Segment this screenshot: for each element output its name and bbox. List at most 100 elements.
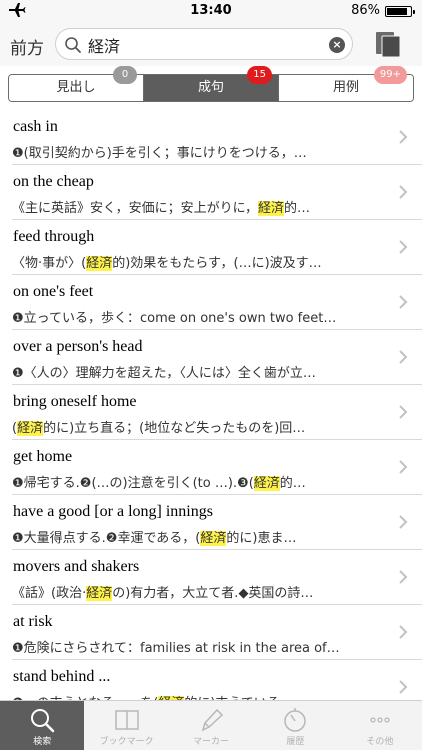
results-list: cash in ❶(取引契約から)手を引く；事にけりをつける，… on the ch… <box>0 110 422 700</box>
count-badge: 15 <box>247 66 272 84</box>
tabbar-label: 履歴 <box>286 737 305 747</box>
result-row[interactable]: on the cheap 《主に英話》安く，安価に；安上がりに，経済的… <box>12 165 422 220</box>
chevron-right-icon <box>399 295 408 309</box>
result-definition: 《主に英話》安く，安価に；安上がりに，経済的… <box>12 197 382 216</box>
chevron-right-icon <box>399 130 408 144</box>
tabbar-label: マーカー <box>193 737 230 747</box>
search-term-highlight: 経済 <box>86 256 113 271</box>
result-definition: 《話》(政治·経済の)有力者，大立て者.◆英国の詩… <box>12 582 382 601</box>
tab-label: 見出し <box>56 80 96 95</box>
result-row[interactable]: feed through 〈物·事が〉(経済的)効果をもたらす，(…に)波及す… <box>12 220 422 275</box>
result-row[interactable]: get home ❶帰宅する.❷(…の)注意を引く(to …).❸(経済的… <box>12 440 422 495</box>
result-definition: ❶危険にさらされて：families at risk in the area o… <box>12 637 382 656</box>
definition-text: ❶帰宅する.❷(…の)注意を引く(to …).❸( <box>12 476 254 491</box>
result-row[interactable]: over a person's head ❶〈人の〉理解力を超えた，〈人には〉全く… <box>12 330 422 385</box>
chevron-right-icon <box>399 570 408 584</box>
definition-text: 〈物·事が〉( <box>12 256 87 271</box>
tab-phrases[interactable]: 成句 15 <box>144 66 279 101</box>
battery-percent: 86% <box>351 3 380 18</box>
definition-text-rest: 的… <box>279 476 306 491</box>
result-headword: over a person's head <box>13 338 143 355</box>
result-headword: on one's feet <box>13 283 94 300</box>
dictionary-books-icon[interactable] <box>374 30 402 58</box>
tab-headwords[interactable]: 見出し 0 <box>9 66 144 101</box>
tab-label: 用例 <box>332 80 359 95</box>
result-headword: cash in <box>13 118 58 135</box>
history-clock-icon <box>284 708 307 732</box>
tabbar-label: その他 <box>366 737 394 747</box>
marker-pen-icon <box>201 708 224 732</box>
more-dots-icon <box>370 717 390 723</box>
tabbar-item-marker-pen[interactable]: マーカー <box>169 701 253 750</box>
result-headword: on the cheap <box>13 173 94 190</box>
definition-text-rest: 的に)立ち直る；(地位など失ったものを)回… <box>43 421 306 436</box>
search-term-highlight: 経済 <box>200 531 227 546</box>
clear-search-icon[interactable]: × <box>329 37 345 53</box>
tabbar-label: ブックマーク <box>99 737 154 747</box>
result-row[interactable]: bring oneself home (経済的に)立ち直る；(地位など失ったものを… <box>12 385 422 440</box>
count-badge: 99+ <box>373 66 407 84</box>
tabbar-item-history-clock[interactable]: 履歴 <box>253 701 337 750</box>
chevron-right-icon <box>399 625 408 639</box>
result-headword: get home <box>13 448 73 465</box>
search-term-highlight: 経済 <box>86 586 113 601</box>
search-term-highlight: 経済 <box>257 201 284 216</box>
chevron-right-icon <box>399 680 408 694</box>
count-badge: 0 <box>113 66 137 84</box>
result-headword: movers and shakers <box>13 558 140 575</box>
definition-text: ❶(取引契約から)手を引く；事にけりをつける，… <box>12 146 307 161</box>
result-definition: ❶立っている，歩く：come on one's own two feet… <box>12 307 382 326</box>
result-definition: ❶〈人の〉理解力を超えた，〈人には〉全く歯が立… <box>12 362 382 381</box>
result-row[interactable]: on one's feet ❶立っている，歩く：come on one's own… <box>12 275 422 330</box>
result-row[interactable]: cash in ❶(取引契約から)手を引く；事にけりをつける，… <box>12 110 422 165</box>
tabbar-item-search[interactable]: 検索 <box>0 701 85 750</box>
search-term-highlight: 経済 <box>253 476 280 491</box>
result-definition: (経済的に)立ち直る；(地位など失ったものを)回… <box>12 417 382 436</box>
result-row[interactable]: stand behind ... ❶…の支えとなる，…を(経済的に)支えている… <box>12 660 422 700</box>
chevron-right-icon <box>399 460 408 474</box>
result-definition: ❶大量得点する.❷幸運である，(経済的に)恵ま… <box>12 527 382 546</box>
battery-icon <box>385 6 415 17</box>
search-header: 前方 × <box>0 22 422 66</box>
result-headword: feed through <box>13 228 95 245</box>
tabbar-item-book[interactable]: ブックマーク <box>84 701 168 750</box>
result-headword: have a good [or a long] innings <box>13 503 213 520</box>
tabbar-label: 検索 <box>33 737 52 747</box>
result-type-tabs: 見出し 0 成句 15 用例 99+ <box>8 66 414 102</box>
result-definition: ❶帰宅する.❷(…の)注意を引く(to …).❸(経済的… <box>12 472 382 491</box>
definition-text: 《主に英話》安く，安価に；安上がりに， <box>12 201 258 216</box>
result-headword: bring oneself home <box>13 393 137 410</box>
search-term-highlight: 経済 <box>17 421 44 436</box>
status-bar: 13:40 86% <box>0 0 422 22</box>
search-mode-button[interactable]: 前方 <box>10 34 44 59</box>
tabbar-item-more-dots[interactable]: その他 <box>338 701 422 750</box>
chevron-right-icon <box>399 515 408 529</box>
result-headword: stand behind ... <box>13 668 111 685</box>
search-icon <box>31 709 55 733</box>
search-box[interactable]: × <box>55 28 353 60</box>
result-definition: 〈物·事が〉(経済的)効果をもたらす，(…に)波及す… <box>12 252 382 271</box>
definition-text: ❶〈人の〉理解力を超えた，〈人には〉全く歯が立… <box>12 366 316 381</box>
definition-text-rest: 的)効果をもたらす，(…に)波及す… <box>112 256 322 271</box>
chevron-right-icon <box>399 185 408 199</box>
bottom-tab-bar: 検索 ブックマーク マーカー 履歴 その他 <box>0 700 422 750</box>
search-icon <box>65 37 81 53</box>
definition-text-rest: の)有力者，大立て者.◆英国の詩… <box>112 586 314 601</box>
result-row[interactable]: movers and shakers 《話》(政治·経済の)有力者，大立て者.◆英… <box>12 550 422 605</box>
definition-text-rest: 的… <box>283 201 310 216</box>
result-definition: ❶…の支えとなる，…を(経済的に)支えている… <box>12 692 382 700</box>
chevron-right-icon <box>399 240 408 254</box>
search-input[interactable] <box>88 33 318 57</box>
result-row[interactable]: at risk ❶危険にさらされて：families at risk in the… <box>12 605 422 660</box>
result-definition: ❶(取引契約から)手を引く；事にけりをつける，… <box>12 142 382 161</box>
chevron-right-icon <box>399 350 408 364</box>
tab-examples[interactable]: 用例 99+ <box>279 66 413 101</box>
book-icon <box>114 710 139 730</box>
definition-text: ❶立っている，歩く：come on one's own two feet… <box>12 311 337 326</box>
result-row[interactable]: have a good [or a long] innings ❶大量得点する.❷… <box>12 495 422 550</box>
definition-text-rest: 的に)恵ま… <box>226 531 297 546</box>
definition-text: ❶危険にさらされて：families at risk in the area o… <box>12 641 340 656</box>
tab-label: 成句 <box>197 80 224 95</box>
chevron-right-icon <box>399 405 408 419</box>
definition-text: 《話》(政治· <box>12 586 87 601</box>
